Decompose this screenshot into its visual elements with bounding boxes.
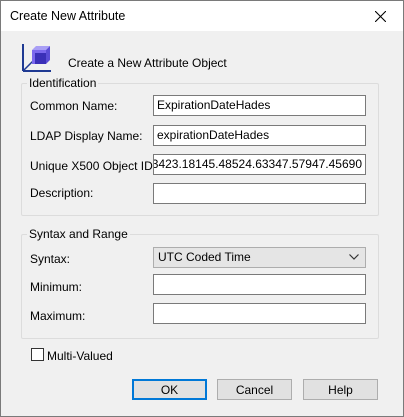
description-field[interactable] — [153, 183, 366, 204]
oid-field[interactable]: 27.23423.18145.48524.63347.57947.45690 — [153, 154, 366, 175]
ok-button[interactable]: OK — [132, 379, 207, 400]
close-button[interactable] — [357, 1, 403, 31]
common-name-label: Common Name: — [30, 99, 118, 113]
syntax-range-legend: Syntax and Range — [27, 227, 130, 241]
description-label: Description: — [30, 186, 94, 200]
ldap-display-name-label: LDAP Display Name: — [30, 129, 143, 143]
attribute-object-icon — [22, 44, 51, 72]
minimum-label: Minimum: — [30, 280, 83, 294]
maximum-field[interactable] — [153, 303, 366, 324]
help-button[interactable]: Help — [303, 379, 378, 400]
ldap-display-name-field[interactable]: expirationDateHades — [153, 125, 366, 146]
header-text: Create a New Attribute Object — [68, 56, 227, 70]
oid-label: Unique X500 Object ID: — [30, 159, 157, 173]
window-title: Create New Attribute — [10, 9, 126, 23]
chevron-down-icon — [349, 254, 359, 260]
maximum-label: Maximum: — [30, 309, 86, 323]
syntax-label: Syntax: — [30, 252, 71, 266]
syntax-value: UTC Coded Time — [158, 250, 251, 264]
title-bar[interactable]: Create New Attribute — [1, 1, 403, 31]
multi-valued-checkbox[interactable] — [31, 348, 44, 361]
create-new-attribute-dialog: Create New Attribute Create a New Attrib… — [0, 0, 404, 417]
close-icon — [374, 10, 386, 22]
common-name-field[interactable]: ExpirationDateHades — [153, 95, 366, 116]
cancel-button[interactable]: Cancel — [217, 379, 292, 400]
multi-valued-label[interactable]: Multi-Valued — [47, 349, 113, 363]
syntax-dropdown[interactable]: UTC Coded Time — [153, 247, 366, 268]
identification-legend: Identification — [27, 76, 99, 90]
minimum-field[interactable] — [153, 274, 366, 295]
